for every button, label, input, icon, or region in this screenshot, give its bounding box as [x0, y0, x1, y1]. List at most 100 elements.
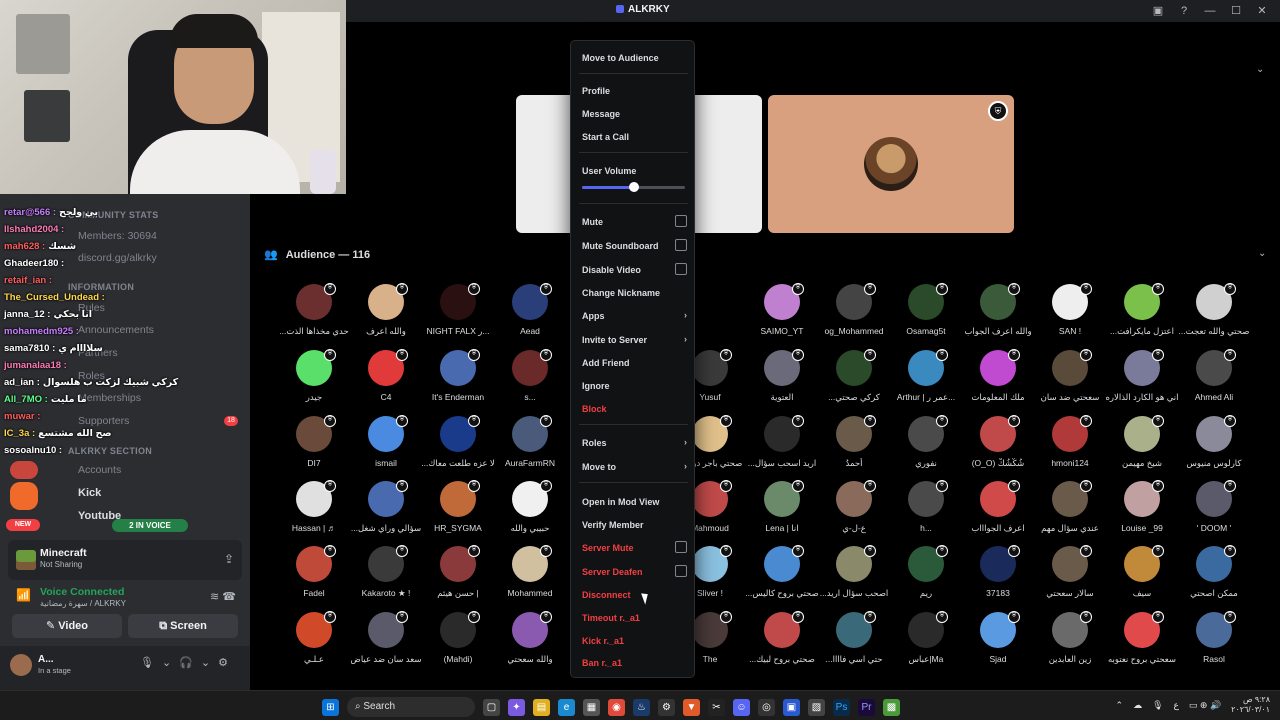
- volume-knob[interactable]: [628, 182, 639, 192]
- photoshop-icon[interactable]: Ps: [833, 698, 850, 716]
- audience-member[interactable]: ⛨ سعد سان ضد عياض: [346, 611, 426, 674]
- channel-item[interactable]: discord.gg/alkrky: [78, 252, 157, 264]
- audience-member[interactable]: ⛨ SAIMO_YT: [742, 283, 822, 346]
- audience-member[interactable]: ⛨ h...: [886, 480, 966, 543]
- audience-member[interactable]: ⛨ Ahmed Ali: [1174, 349, 1254, 412]
- audience-member[interactable]: ⛨ ...كركي صحتي: [814, 349, 894, 412]
- disconnect-icon[interactable]: ≋ ☎: [210, 590, 236, 603]
- audience-member[interactable]: ⛨ سعحتي بروح نعتوبه: [1102, 611, 1182, 674]
- audience-member[interactable]: ⛨ hmoni124: [1030, 415, 1110, 478]
- minimize-button[interactable]: —: [1202, 3, 1218, 19]
- menu-item-disable-video[interactable]: Disable Video: [582, 263, 687, 275]
- task-view-icon[interactable]: ▢: [483, 698, 500, 716]
- audience-collapse-icon[interactable]: ⌄: [1258, 248, 1266, 259]
- audience-member[interactable]: ⛨ ممكن اصحتي: [1174, 545, 1254, 608]
- taskbar-search[interactable]: ⌕ Search: [347, 697, 475, 717]
- menu-item-move-to-audience[interactable]: Move to Audience: [582, 53, 687, 63]
- voice-connected-label[interactable]: Voice Connected: [40, 586, 124, 598]
- user-volume-slider[interactable]: [582, 182, 685, 192]
- file-explorer-icon[interactable]: ▤: [533, 698, 550, 716]
- chrome-icon[interactable]: ◉: [608, 698, 625, 716]
- stage-speaker-tile[interactable]: ⛨: [768, 95, 1014, 233]
- share-screen-icon[interactable]: ⇪: [224, 552, 234, 566]
- audience-member[interactable]: ⛨ والله اعرف الجواب: [958, 283, 1038, 346]
- menu-item-open-in-mod-view[interactable]: Open in Mod View: [582, 497, 687, 507]
- audience-member[interactable]: ⛨ HR_SYGMA: [418, 480, 498, 543]
- audience-member[interactable]: ⛨ اعرف الجواااب: [958, 480, 1038, 543]
- channel-category[interactable]: ALKRKY SECTION: [68, 446, 152, 456]
- audience-member[interactable]: ⛨ ...اصحب سؤال اريد: [814, 545, 894, 608]
- audience-member[interactable]: ⛨ 37183: [958, 545, 1038, 608]
- audience-member[interactable]: ⛨ ...صحتي بروح لبيك: [742, 611, 822, 674]
- checkbox[interactable]: [675, 215, 687, 227]
- audience-member[interactable]: ⛨ العتوية: [742, 349, 822, 412]
- menu-item-block[interactable]: Block: [582, 404, 687, 414]
- channel-item[interactable]: Kick: [78, 487, 101, 499]
- audience-member[interactable]: ⛨ عندي سؤال مهم: [1030, 480, 1110, 543]
- menu-item-move-to[interactable]: Move to ›: [582, 461, 687, 472]
- audience-member[interactable]: ⛨ Arthur | عمر ر...: [886, 349, 966, 412]
- audience-member[interactable]: ⛨ (O_O) شُكْشُكْ: [958, 415, 1038, 478]
- menu-item-server-mute[interactable]: Server Mute: [582, 541, 687, 553]
- audience-member[interactable]: ⛨ Osamag5t: [886, 283, 966, 346]
- steam-icon[interactable]: ♨: [633, 698, 650, 716]
- audience-member[interactable]: ⛨ ...حدي مخذاها الذت: [274, 283, 354, 346]
- checkbox[interactable]: [675, 239, 687, 251]
- user-controls[interactable]: 🎙⌄🎧⌄⚙: [140, 656, 236, 669]
- language-indicator[interactable]: ع: [1174, 700, 1179, 711]
- close-button[interactable]: ✕: [1254, 3, 1270, 19]
- menu-item-server-deafen[interactable]: Server Deafen: [582, 565, 687, 577]
- menu-item-add-friend[interactable]: Add Friend: [582, 358, 687, 368]
- copilot-icon[interactable]: ✦: [508, 698, 525, 716]
- obs-icon[interactable]: ◎: [758, 698, 775, 716]
- audience-member[interactable]: ⛨ SAN !: [1030, 283, 1110, 346]
- video-button[interactable]: ✎ Video: [12, 614, 122, 638]
- channel-item[interactable]: Supporters: [78, 415, 129, 427]
- audience-member[interactable]: ⛨ اني هو الكارد الذالاره: [1102, 349, 1182, 412]
- audience-member[interactable]: ⛨ شيخ مهيمن: [1102, 415, 1182, 478]
- audience-member[interactable]: ⛨ ...اريد اسحب سؤال: [742, 415, 822, 478]
- menu-item-disconnect[interactable]: Disconnect: [582, 590, 687, 600]
- audience-member[interactable]: ⛨ Lena | انا: [742, 480, 822, 543]
- audience-member[interactable]: ⛨ Rasol: [1174, 611, 1254, 674]
- checkbox[interactable]: [675, 541, 687, 553]
- cloud-icon[interactable]: ☁: [1133, 700, 1142, 711]
- checkbox[interactable]: [675, 263, 687, 275]
- audience-member[interactable]: ⛨ زين العابدين: [1030, 611, 1110, 674]
- audience-member[interactable]: ⛨ عـلـي: [274, 611, 354, 674]
- audience-member[interactable]: ⛨ حبيبي والله: [490, 480, 570, 543]
- edge-icon[interactable]: e: [558, 698, 575, 716]
- audience-member[interactable]: ⛨ Mohammed: [490, 545, 570, 608]
- audience-member[interactable]: ⛨ Kakaroto ★ !: [346, 545, 426, 608]
- audience-member[interactable]: ⛨ كارلوس منيوس: [1174, 415, 1254, 478]
- menu-item-apps[interactable]: Apps ›: [582, 310, 687, 321]
- menu-item-timeout-r-a1[interactable]: Timeout r._a1: [582, 613, 687, 623]
- avatar[interactable]: [10, 654, 32, 676]
- audience-member[interactable]: ⛨ Hassan | ♬: [274, 480, 354, 543]
- app-icon[interactable]: ▧: [808, 698, 825, 716]
- audience-member[interactable]: ⛨ أحمدُ: [814, 415, 894, 478]
- menu-item-mute[interactable]: Mute: [582, 215, 687, 227]
- menu-item-roles[interactable]: Roles ›: [582, 437, 687, 448]
- menu-item-ban-r-a1[interactable]: Ban r._a1: [582, 658, 687, 668]
- menu-item-change-nickname[interactable]: Change Nickname: [582, 288, 687, 298]
- audience-member[interactable]: ⛨ ismail: [346, 415, 426, 478]
- audience-member[interactable]: ⛨ ' DOOM ': [1174, 480, 1254, 543]
- audience-member[interactable]: ⛨ ...حتي اسي فاااا: [814, 611, 894, 674]
- menu-item-start-a-call[interactable]: Start a Call: [582, 132, 687, 142]
- audience-member[interactable]: ⛨ سالار سعحتي: [1030, 545, 1110, 608]
- audience-member[interactable]: ⛨ C4: [346, 349, 426, 412]
- menu-item-kick-r-a1[interactable]: Kick r._a1: [582, 636, 687, 646]
- network-icon[interactable]: ▭ ⊕ 🔊: [1189, 700, 1221, 711]
- audience-member[interactable]: ⛨ حسن هيثم |: [418, 545, 498, 608]
- audience-member[interactable]: ⛨ سعحتي ضد سان: [1030, 349, 1110, 412]
- server-icon[interactable]: [10, 482, 38, 510]
- audience-member[interactable]: ⛨ نفوري: [886, 415, 966, 478]
- channel-item[interactable]: Accounts: [78, 464, 121, 476]
- audience-member[interactable]: ⛨ ...صحتي والله تعجت: [1174, 283, 1254, 346]
- capcut-icon[interactable]: ✂: [708, 698, 725, 716]
- menu-item-ignore[interactable]: Ignore: [582, 381, 687, 391]
- mic-icon[interactable]: 🎙: [1152, 700, 1163, 711]
- audience-member[interactable]: ⛨ (Mahdi): [418, 611, 498, 674]
- minecraft-taskbar-icon[interactable]: ▩: [883, 698, 900, 716]
